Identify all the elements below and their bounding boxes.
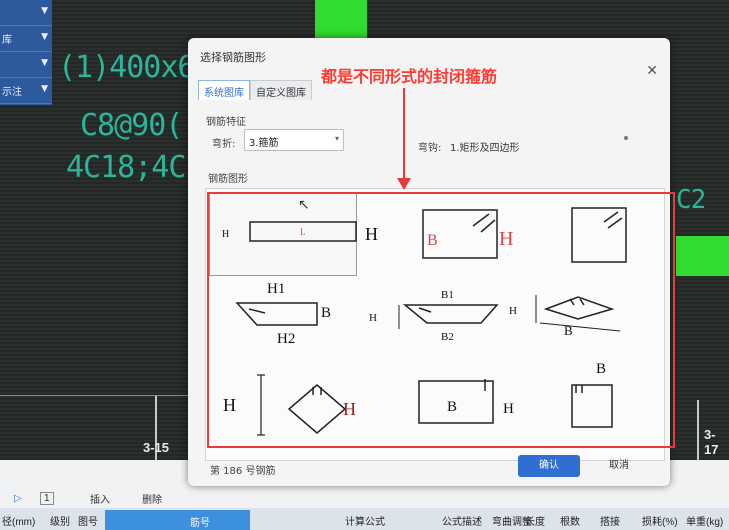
dropdown-arrow-icon: ▼ [41, 6, 48, 16]
green-beam [315, 0, 367, 40]
hook-value: 1.矩形及四边形 [450, 143, 520, 154]
column-header: 图号 [78, 517, 98, 528]
dropdown-arrow-icon: ▼ [41, 84, 48, 94]
cad-annotation-line: 4C18;4C1 [66, 150, 203, 185]
annotation-text: 都是不同形式的封闭箍筋 [321, 67, 498, 86]
tab-bar: 系统图库 自定义图库 [198, 80, 312, 100]
rebar-number-label: 第 186 号钢筋 [210, 466, 276, 477]
feature-section-label: 钢筋特征 [206, 117, 246, 128]
cad-annotation-line: C8@90( [80, 108, 183, 143]
page-number[interactable]: 1 [40, 491, 54, 505]
column-header: 径(mm) [2, 517, 36, 528]
dropdown-arrow-icon: ▼ [41, 58, 48, 68]
selected-row-highlight[interactable] [105, 510, 250, 530]
left-panel: ▼ 库 ▼ ▼ 示注 ▼ [0, 0, 52, 105]
bend-label: 弯折: [212, 139, 236, 150]
column-header: 计算公式 [345, 517, 385, 528]
column-header: 公式描述 [442, 517, 482, 528]
insert-button[interactable]: 插入 [90, 491, 110, 506]
annotation-frame [207, 192, 675, 448]
axis-label: 3-17 [704, 427, 719, 457]
left-panel-option[interactable]: 示注 ▼ [0, 78, 52, 104]
shape-section-label: 钢筋图形 [208, 174, 248, 185]
hook-label: 弯钩: [418, 143, 442, 154]
column-header: 损耗(%) [642, 517, 678, 528]
close-icon[interactable]: ✕ [646, 63, 658, 79]
green-beam [676, 236, 729, 276]
slider-dot [624, 136, 628, 140]
play-icon[interactable]: ▷ [14, 493, 22, 504]
screen: ▼ 库 ▼ ▼ 示注 ▼ (1)400x60 C8@90( 4C18;4C1 C2 … [0, 0, 729, 530]
dropdown-arrow-icon: ▼ [41, 32, 48, 42]
cad-annotation-line: C2 [676, 185, 706, 215]
cad-grid-line [0, 395, 188, 396]
left-panel-option[interactable]: ▼ [0, 52, 52, 78]
left-panel-option[interactable]: ▼ [0, 0, 52, 26]
column-header: 级别 [50, 517, 70, 528]
tab-system-library[interactable]: 系统图库 [198, 80, 250, 100]
bend-select[interactable]: 3.箍筋 ▾ [244, 129, 344, 151]
delete-button[interactable]: 删除 [142, 491, 162, 506]
column-header: 搭接 [600, 517, 620, 528]
row-highlight-text: 筋号 [190, 518, 210, 529]
chevron-down-icon: ▾ [334, 134, 339, 143]
tab-custom-library[interactable]: 自定义图库 [250, 80, 312, 100]
column-header: 根数 [560, 517, 580, 528]
column-header: 单重(kg) [686, 517, 724, 528]
annotation-arrow-shaft [403, 88, 405, 180]
column-header: 长度 [525, 517, 545, 528]
cad-column-line [697, 400, 699, 460]
bottom-toolbar: ▷ 1 插入 删除 [0, 488, 729, 508]
left-panel-option[interactable]: 库 ▼ [0, 26, 52, 52]
cancel-button[interactable]: 取消 [600, 455, 638, 477]
dialog-title: 选择钢筋图形 [200, 51, 266, 64]
confirm-button[interactable]: 确认 [518, 455, 580, 477]
axis-label: 3-15 [143, 440, 170, 455]
annotation-arrow-head [397, 178, 411, 190]
